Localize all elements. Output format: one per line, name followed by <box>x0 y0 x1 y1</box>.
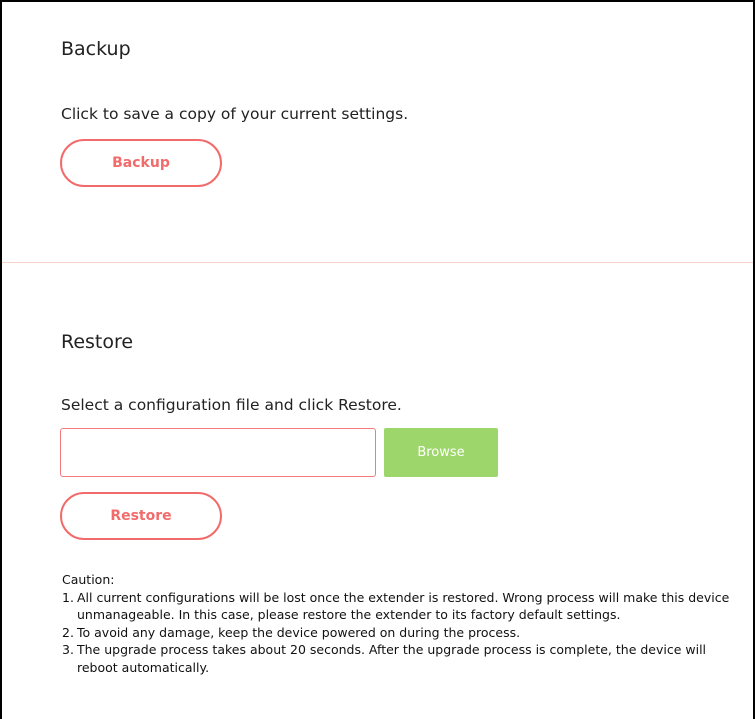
restore-button[interactable]: Restore <box>60 492 222 540</box>
caution-list: 1. All current configurations will be lo… <box>62 589 742 677</box>
caution-notes: Caution: 1. All current configurations w… <box>62 571 742 676</box>
backup-button[interactable]: Backup <box>60 139 222 187</box>
caution-item-number: 3. <box>62 642 74 657</box>
backup-section-title: Backup <box>61 38 131 60</box>
section-divider <box>2 262 753 263</box>
caution-item: 2. To avoid any damage, keep the device … <box>62 624 742 642</box>
caution-item-number: 2. <box>62 624 74 640</box>
restore-section-title: Restore <box>61 331 134 353</box>
restore-description: Select a configuration file and click Re… <box>61 396 402 414</box>
caution-title: Caution: <box>62 572 115 587</box>
caution-item: 3. The upgrade process takes about 20 se… <box>62 641 742 676</box>
browse-button[interactable]: Browse <box>384 428 498 477</box>
settings-panel: Backup Click to save a copy of your curr… <box>0 0 755 719</box>
caution-item-number: 1. <box>62 589 74 605</box>
caution-item-text: To avoid any damage, keep the device pow… <box>77 624 521 640</box>
config-file-path-input[interactable] <box>60 428 376 477</box>
backup-description: Click to save a copy of your current set… <box>61 105 409 123</box>
caution-item: 1. All current configurations will be lo… <box>62 589 742 624</box>
caution-item-text: The upgrade process takes about 20 secon… <box>77 642 707 675</box>
caution-item-text: All current configurations will be lost … <box>77 589 730 623</box>
